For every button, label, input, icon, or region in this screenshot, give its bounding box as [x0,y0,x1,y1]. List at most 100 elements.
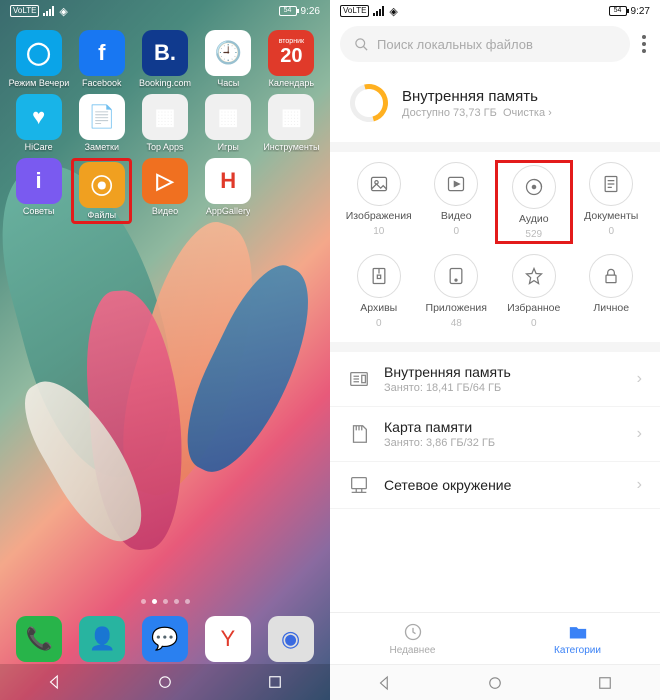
app-label: Top Apps [146,142,183,152]
fav-icon [512,254,556,298]
dock-camera[interactable]: ◉ [259,616,322,662]
dock-yandex[interactable]: Y [196,616,259,662]
contacts-icon: 👤 [79,616,125,662]
app-files[interactable]: ⦿ Файлы [71,158,132,224]
category-apps[interactable]: Приложения 48 [418,254,496,329]
category-fav[interactable]: Избранное 0 [495,254,573,329]
category-images[interactable]: Изображения 10 [340,162,418,244]
more-menu-icon[interactable] [638,31,650,57]
divider [330,142,660,152]
files-app: VoLTE ◈ 54 9:27 Поиск локальных файлов В… [330,0,660,700]
category-private[interactable]: Личное [573,254,651,329]
bottom-tabs: Недавнее Категории [330,612,660,664]
images-icon [357,162,401,206]
category-count: 0 [531,318,537,329]
messages-icon: 💬 [142,616,188,662]
recents-icon[interactable] [266,673,284,691]
app-facebook[interactable]: f Facebook [71,30,132,88]
tips-icon: i [16,158,62,204]
page-indicator [0,599,330,604]
video-icon [434,162,478,206]
phone-icon: 📞 [16,616,62,662]
storage-row-title: Карта памяти [384,419,495,435]
storage-summary[interactable]: Внутренняя память Доступно 73,73 ГБ Очис… [350,78,640,128]
category-label: Документы [584,210,638,222]
storage-row-sub: Занято: 3,86 ГБ/32 ГБ [384,437,495,449]
private-icon [589,254,633,298]
signal-icon [373,6,385,16]
app-label: Часы [217,78,239,88]
category-label: Личное [593,302,629,314]
home-icon[interactable] [486,674,504,692]
app-appgallery[interactable]: H AppGallery [198,158,259,224]
tab-recent[interactable]: Недавнее [330,613,495,664]
volte-badge: VoLTE [340,5,369,17]
category-archives[interactable]: Архивы 0 [340,254,418,329]
storage-subtitle: Доступно 73,73 ГБ [402,107,497,119]
clean-link[interactable]: Очистка [503,107,545,119]
back-icon[interactable] [376,674,394,692]
home-icon[interactable] [156,673,174,691]
category-grid: Изображения 10 Видео 0 Аудио 529 Докумен… [340,162,650,329]
folder-icon [568,622,588,642]
dock-phone[interactable]: 📞 [8,616,71,662]
wifi-icon: ◈ [389,5,397,18]
app-games[interactable]: ▦ Игры [198,94,259,152]
app-tools[interactable]: ▦ Инструменты [261,94,322,152]
storage-row-net[interactable]: Сетевое окружение › [330,462,660,509]
app-hicare[interactable]: ♥ HiCare [8,94,69,152]
app-topapps[interactable]: ▦ Top Apps [134,94,195,152]
app-label: Инструменты [263,142,319,152]
app-label: AppGallery [206,206,251,216]
app-calendar[interactable]: вторник20 Календарь [261,30,322,88]
app-notes[interactable]: 📄 Заметки [71,94,132,152]
video-icon: ▷ [142,158,188,204]
android-navbar [0,664,330,700]
search-icon [354,37,369,52]
internal-icon [348,368,370,390]
category-count: 0 [608,226,614,237]
category-label: Видео [441,210,472,222]
app-label: Facebook [82,78,122,88]
category-label: Изображения [346,210,412,222]
app-label: Календарь [269,78,314,88]
storage-row-title: Внутренняя память [384,364,511,380]
tab-categories[interactable]: Категории [495,613,660,664]
booking-icon: B. [142,30,188,76]
app-label: Видео [152,206,178,216]
yandex-icon: Y [205,616,251,662]
storage-row-internal[interactable]: Внутренняя памятьЗанято: 18,41 ГБ/64 ГБ … [330,352,660,407]
app-cortana[interactable]: ◯ Режим Вечеринка [8,30,69,88]
app-tips[interactable]: i Советы [8,158,69,224]
app-clock[interactable]: 🕘 Часы [198,30,259,88]
docs-icon [589,162,633,206]
home-grid: ◯ Режим Вечеринка f Facebook B. Booking.… [8,30,322,224]
games-icon: ▦ [205,94,251,140]
category-audio[interactable]: Аудио 529 [495,160,573,244]
app-label: Советы [23,206,54,216]
search-input[interactable]: Поиск локальных файлов [340,26,630,62]
notes-icon: 📄 [79,94,125,140]
volte-badge: VoLTE [10,5,39,17]
camera-icon: ◉ [268,616,314,662]
status-time: 9:27 [631,6,650,17]
audio-icon [512,165,556,209]
dock-messages[interactable]: 💬 [134,616,197,662]
recents-icon[interactable] [596,674,614,692]
divider [330,342,660,352]
chevron-right-icon: › [637,370,642,388]
statusbar-right: VoLTE ◈ 54 9:27 [330,0,660,22]
category-count: 0 [453,226,459,237]
dock-contacts[interactable]: 👤 [71,616,134,662]
category-video[interactable]: Видео 0 [418,162,496,244]
app-video[interactable]: ▷ Видео [134,158,195,224]
chevron-right-icon: › [637,425,642,443]
storage-row-sd[interactable]: Карта памяти Занято: 3,86 ГБ/32 ГБ › [330,407,660,462]
app-booking[interactable]: B. Booking.com [134,30,195,88]
back-icon[interactable] [46,673,64,691]
sd-icon [348,423,370,445]
hicare-icon: ♥ [16,94,62,140]
category-docs[interactable]: Документы 0 [573,162,651,244]
archives-icon [357,254,401,298]
wifi-icon: ◈ [59,5,67,18]
